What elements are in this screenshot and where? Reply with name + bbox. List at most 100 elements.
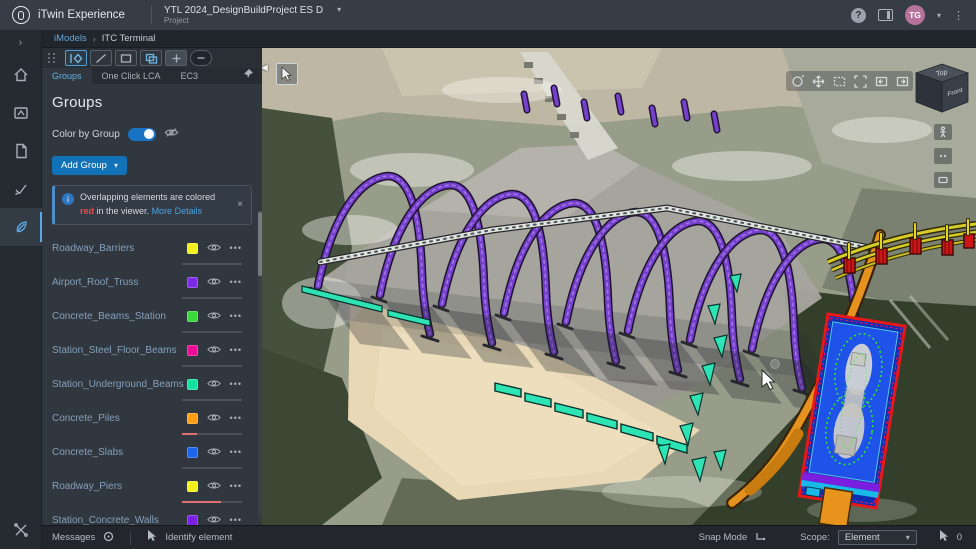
project-switcher[interactable]: YTL 2024_DesignBuildProject ES D ▾ Proje… <box>164 5 341 26</box>
panel-scrollbar[interactable] <box>258 210 262 519</box>
eye-icon[interactable] <box>207 375 221 393</box>
viewer-select-tool-active[interactable] <box>276 63 298 85</box>
group-color-swatch[interactable] <box>187 311 198 322</box>
add-group-button[interactable]: Add Group▾ <box>52 156 127 175</box>
document-icon <box>14 143 28 159</box>
group-row[interactable]: Roadway_Barriers ••• <box>52 231 252 265</box>
close-icon[interactable]: × <box>235 199 245 210</box>
group-row[interactable]: Concrete_Slabs ••• <box>52 435 252 469</box>
eye-icon[interactable] <box>207 273 221 291</box>
hide-tool[interactable] <box>190 50 212 66</box>
row-menu-icon[interactable]: ••• <box>230 413 242 423</box>
sidebar-item-documents[interactable] <box>0 132 42 170</box>
color-by-group-toggle[interactable] <box>128 128 156 141</box>
row-menu-icon[interactable]: ••• <box>230 447 242 457</box>
show-all-tool[interactable] <box>165 50 187 66</box>
group-color-swatch[interactable] <box>187 345 198 356</box>
row-menu-icon[interactable]: ••• <box>230 243 242 253</box>
group-color-swatch[interactable] <box>187 277 198 288</box>
group-name[interactable]: Concrete_Piles <box>52 413 120 424</box>
pan-icon[interactable] <box>809 73 827 89</box>
select-element-tool[interactable] <box>65 50 87 66</box>
row-menu-icon[interactable]: ••• <box>230 311 242 321</box>
chevron-down-icon[interactable]: ▾ <box>937 11 941 20</box>
line-tool[interactable] <box>90 50 112 66</box>
group-name[interactable]: Concrete_Beams_Station <box>52 311 166 322</box>
group-color-swatch[interactable] <box>187 413 198 424</box>
plus-square-icon <box>171 53 182 64</box>
drag-handle-icon[interactable] <box>48 53 56 63</box>
breadcrumb-imodels[interactable]: iModels <box>54 33 87 44</box>
group-color-swatch[interactable] <box>187 447 198 458</box>
eye-off-icon[interactable] <box>164 125 179 143</box>
group-name[interactable]: Concrete_Slabs <box>52 447 123 458</box>
group-row[interactable]: Concrete_Piles ••• <box>52 401 252 435</box>
rectangle-tool[interactable] <box>115 50 137 66</box>
eye-icon[interactable] <box>207 511 221 525</box>
snap-mode-icon[interactable] <box>755 531 766 544</box>
eye-icon[interactable] <box>207 307 221 325</box>
avatar[interactable]: TG <box>905 5 925 25</box>
section-tool-icon[interactable] <box>934 172 952 188</box>
viewer-canvas[interactable] <box>262 48 976 525</box>
sidebar-item-home[interactable] <box>0 56 42 94</box>
help-icon[interactable]: ? <box>851 8 866 23</box>
more-menu-icon[interactable]: ⋮ <box>953 9 964 22</box>
row-menu-icon[interactable]: ••• <box>230 277 242 287</box>
group-color-swatch[interactable] <box>187 379 198 390</box>
notifications-icon[interactable] <box>103 531 114 545</box>
group-row[interactable]: Concrete_Beams_Station ••• <box>52 299 252 333</box>
group-name[interactable]: Roadway_Barriers <box>52 243 134 254</box>
row-menu-icon[interactable]: ••• <box>230 345 242 355</box>
group-name[interactable]: Airport_Roof_Truss <box>52 277 138 288</box>
sidebar-expand-button[interactable]: › <box>0 30 42 56</box>
walk-icon[interactable] <box>934 124 952 140</box>
group-color-swatch[interactable] <box>187 481 198 492</box>
scope-select[interactable]: Element ▾ <box>838 530 917 545</box>
row-menu-icon[interactable]: ••• <box>230 379 242 389</box>
group-row[interactable]: Airport_Roof_Truss ••• <box>52 265 252 299</box>
group-row[interactable]: Station_Underground_Beams ••• <box>52 367 252 401</box>
zoom-window-icon[interactable] <box>830 73 848 89</box>
eye-icon[interactable] <box>207 409 221 427</box>
group-name[interactable]: Station_Underground_Beams <box>52 379 184 390</box>
group-row[interactable]: Roadway_Piers ••• <box>52 469 252 503</box>
issues-icon <box>13 105 29 121</box>
snap-mode-label[interactable]: Snap Mode <box>699 532 748 543</box>
isolate-selection-tool[interactable] <box>140 50 162 66</box>
eye-icon[interactable] <box>207 443 221 461</box>
row-menu-icon[interactable]: ••• <box>230 515 242 525</box>
orbit-icon[interactable] <box>788 73 806 89</box>
group-color-swatch[interactable] <box>187 243 198 254</box>
pin-icon[interactable] <box>243 66 262 84</box>
itwin-logo-icon[interactable] <box>12 6 30 24</box>
group-name[interactable]: Roadway_Piers <box>52 481 122 492</box>
group-name[interactable]: Station_Steel_Floor_Beams <box>52 345 177 356</box>
viewer-3d[interactable]: ◄ Top Front <box>262 48 976 525</box>
identify-element-label[interactable]: Identify element <box>165 532 232 543</box>
panel-toggle-icon[interactable] <box>878 9 893 21</box>
sidebar-item-tools[interactable] <box>0 511 42 549</box>
more-details-link[interactable]: More Details <box>152 206 203 216</box>
group-color-swatch[interactable] <box>187 515 198 526</box>
sidebar-item-carbon[interactable] <box>0 208 42 246</box>
tab-ec3[interactable]: EC3 <box>171 68 209 84</box>
next-view-icon[interactable] <box>893 73 911 89</box>
messages-label[interactable]: Messages <box>52 532 95 543</box>
eye-icon[interactable] <box>207 341 221 359</box>
tab-groups[interactable]: Groups <box>42 68 92 84</box>
groups-panel: Groups One Click LCA EC3 Groups Color by… <box>42 48 262 525</box>
fit-view-icon[interactable] <box>851 73 869 89</box>
group-name[interactable]: Station_Concrete_Walls <box>52 515 159 526</box>
group-row[interactable]: Station_Steel_Floor_Beams ••• <box>52 333 252 367</box>
row-menu-icon[interactable]: ••• <box>230 481 242 491</box>
previous-view-icon[interactable] <box>872 73 890 89</box>
navigation-cube[interactable]: Top Front <box>912 60 972 120</box>
zoom-buttons-icon[interactable] <box>934 148 952 164</box>
sidebar-item-issues[interactable] <box>0 94 42 132</box>
eye-icon[interactable] <box>207 239 221 257</box>
sidebar-item-validation[interactable] <box>0 170 42 208</box>
eye-icon[interactable] <box>207 477 221 495</box>
tab-one-click-lca[interactable]: One Click LCA <box>92 68 171 84</box>
group-row[interactable]: Station_Concrete_Walls ••• <box>52 503 252 525</box>
